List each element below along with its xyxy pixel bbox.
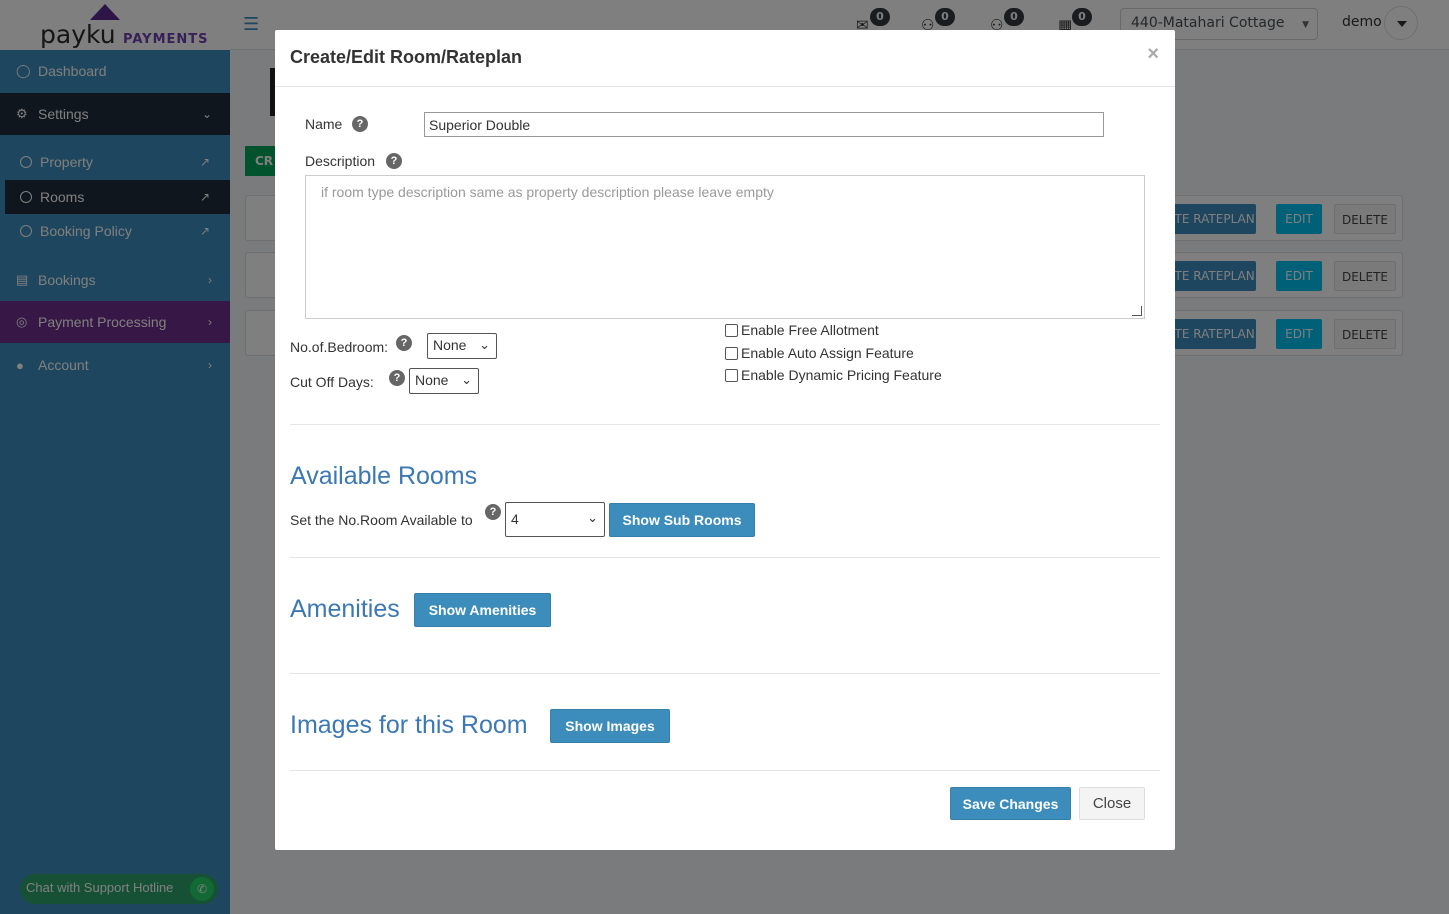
modal-header: Create/Edit Room/Rateplan ×: [275, 30, 1175, 87]
available-rooms-title: Available Rooms: [290, 462, 478, 490]
description-label: Description: [305, 153, 376, 169]
help-icon[interactable]: ?: [389, 370, 405, 386]
help-icon[interactable]: ?: [396, 335, 412, 351]
chevron-down-icon: ⌄: [587, 510, 598, 525]
divider: [290, 673, 1160, 674]
show-amenities-button[interactable]: Show Amenities: [414, 593, 551, 627]
checkbox-box[interactable]: [725, 323, 738, 337]
amenities-title: Amenities: [290, 595, 400, 623]
resize-grip-icon[interactable]: [1132, 306, 1142, 316]
checkbox-label: Enable Dynamic Pricing Feature: [741, 367, 942, 383]
help-icon[interactable]: ?: [352, 116, 368, 132]
checkbox-box[interactable]: [725, 346, 738, 360]
help-icon[interactable]: ?: [386, 153, 402, 169]
show-sub-rooms-button[interactable]: Show Sub Rooms: [609, 503, 755, 537]
divider: [290, 424, 1160, 425]
checkbox-label: Enable Free Allotment: [741, 322, 879, 338]
images-title: Images for this Room: [290, 711, 528, 739]
available-rooms-value: 4: [511, 511, 519, 527]
close-icon[interactable]: ×: [1147, 43, 1159, 66]
bedroom-label: No.of.Bedroom:: [290, 339, 389, 355]
cutoff-select[interactable]: None ⌄: [409, 368, 479, 394]
modal-title: Create/Edit Room/Rateplan: [290, 47, 523, 67]
save-changes-button[interactable]: Save Changes: [950, 787, 1071, 820]
help-icon[interactable]: ?: [485, 504, 501, 520]
available-rooms-select[interactable]: 4 ⌄: [505, 502, 605, 537]
auto-assign-checkbox[interactable]: Enable Auto Assign Feature: [725, 345, 914, 361]
close-button[interactable]: Close: [1079, 787, 1145, 820]
cutoff-select-value: None: [415, 372, 449, 388]
checkbox-box[interactable]: [725, 368, 738, 382]
chevron-down-icon: ⌄: [479, 337, 490, 352]
available-rooms-label: Set the No.Room Available to: [290, 512, 473, 528]
chevron-down-icon: ⌄: [461, 372, 472, 387]
name-input[interactable]: [424, 112, 1104, 137]
name-label: Name: [305, 116, 343, 132]
divider: [290, 557, 1160, 558]
bedroom-select[interactable]: None ⌄: [427, 333, 497, 359]
room-rateplan-modal: Create/Edit Room/Rateplan × Name ? Descr…: [275, 30, 1175, 850]
description-placeholder: if room type description same as propert…: [321, 184, 774, 200]
description-textarea[interactable]: if room type description same as propert…: [305, 175, 1145, 319]
divider: [290, 770, 1160, 771]
checkbox-label: Enable Auto Assign Feature: [741, 345, 914, 361]
dynamic-pricing-checkbox[interactable]: Enable Dynamic Pricing Feature: [725, 367, 942, 383]
show-images-button[interactable]: Show Images: [550, 709, 670, 743]
free-allotment-checkbox[interactable]: Enable Free Allotment: [725, 322, 879, 338]
bedroom-select-value: None: [433, 337, 467, 353]
cutoff-label: Cut Off Days:: [290, 374, 374, 390]
